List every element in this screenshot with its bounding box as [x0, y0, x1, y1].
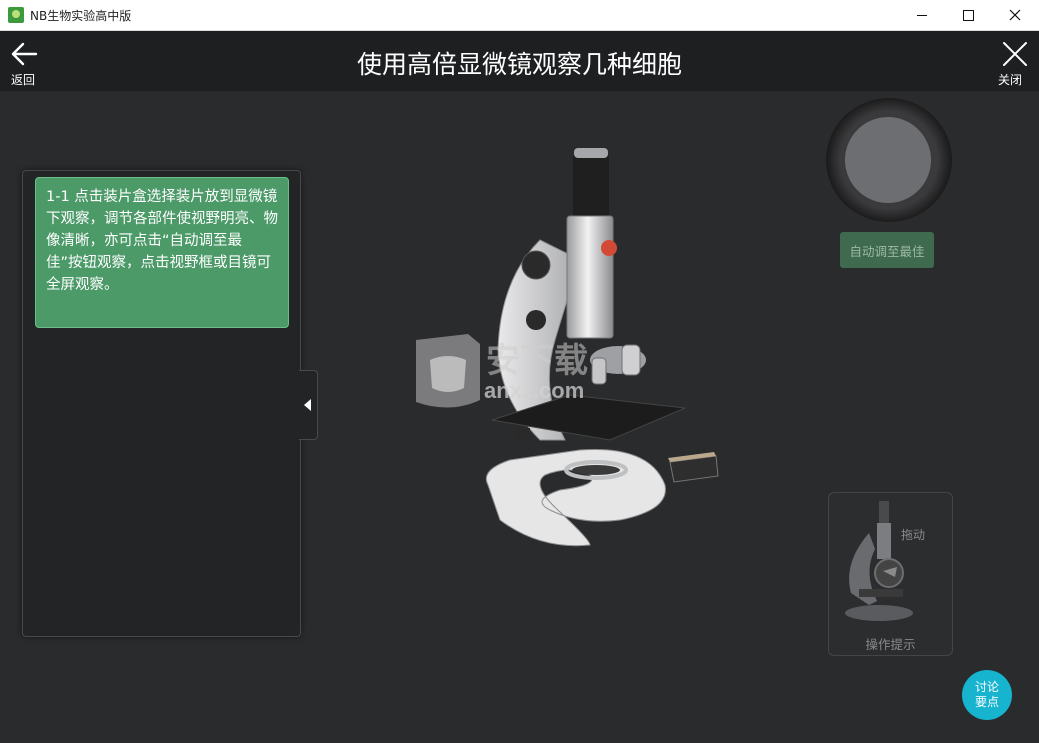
- field-of-view-inner: [843, 115, 933, 205]
- field-of-view-circle[interactable]: [826, 98, 952, 222]
- discuss-label-line1: 讨论: [974, 680, 999, 694]
- app-icon: [8, 7, 24, 23]
- close-label: 关闭: [998, 73, 1023, 87]
- close-x-icon: [1003, 42, 1027, 66]
- step-instruction-card: 1-1 点击装片盒选择装片放到显微镜下观察，调节各部件使视野明亮、物像清晰，亦可…: [35, 177, 289, 328]
- minimize-icon: [917, 14, 927, 16]
- chevron-left-icon: [304, 399, 311, 411]
- auto-adjust-button[interactable]: 自动调至最佳: [840, 232, 934, 268]
- watermark: 安下载 anxz.com: [410, 330, 630, 415]
- operation-hint-box[interactable]: 拖动 操作提示: [828, 492, 953, 656]
- close-button[interactable]: 关闭: [996, 39, 1032, 87]
- hint-label: 操作提示: [865, 637, 916, 652]
- discussion-points-button[interactable]: 讨论 要点: [962, 670, 1012, 720]
- watermark-text: anxz.com: [484, 378, 585, 403]
- header-bar: 返回 使用高倍显微镜观察几种细胞 关闭: [0, 31, 1039, 91]
- window-title: NB生物实验高中版: [30, 9, 132, 23]
- page-title: 使用高倍显微镜观察几种细胞: [356, 50, 682, 79]
- instruction-panel: 1-1 点击装片盒选择装片放到显微镜下观察，调节各部件使视野明亮、物像清晰，亦可…: [22, 170, 301, 637]
- close-icon: [1009, 9, 1021, 21]
- drag-label: 拖动: [901, 528, 926, 542]
- svg-text:安下载: 安下载: [486, 341, 588, 381]
- microscope-hint-icon: [845, 501, 913, 621]
- maximize-icon: [962, 9, 974, 21]
- window-titlebar: NB生物实验高中版: [0, 0, 1039, 31]
- discuss-label-line2: 要点: [974, 695, 999, 709]
- minimize-button[interactable]: [899, 0, 945, 30]
- window-close-button[interactable]: [992, 0, 1038, 30]
- panel-collapse-tab[interactable]: [299, 370, 318, 440]
- maximize-button[interactable]: [945, 0, 991, 30]
